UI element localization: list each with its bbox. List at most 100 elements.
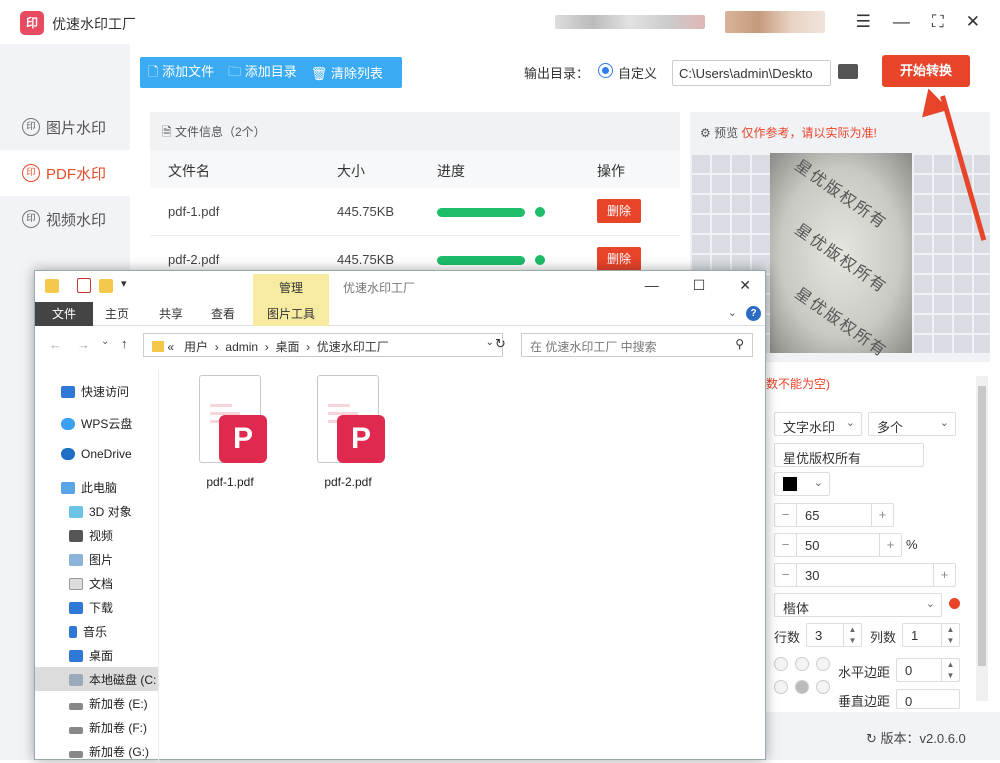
position-radio-selected[interactable]	[795, 680, 809, 694]
plus-icon[interactable]: +	[879, 534, 901, 556]
nav-quick-access[interactable]: 快速访问	[35, 379, 158, 403]
position-radio[interactable]	[816, 657, 830, 671]
cols-spinner[interactable]: 1 ▲ ▼	[902, 623, 960, 647]
nav-volume-g[interactable]: 新加卷 (G:)	[35, 739, 158, 763]
breadcrumb-root[interactable]: «	[167, 340, 174, 354]
download-icon	[69, 602, 83, 614]
breadcrumb-admin[interactable]: admin	[225, 340, 258, 354]
rotation-stepper[interactable]: −30 +	[774, 563, 956, 587]
position-radio[interactable]	[774, 657, 788, 671]
customize-toolbar-icon[interactable]: ▾	[121, 277, 127, 290]
file-name[interactable]: pdf-1.pdf	[180, 475, 280, 489]
maximize-icon[interactable]: ⛶	[932, 12, 944, 32]
chevron-down-icon[interactable]: ⌄	[728, 306, 737, 319]
sidebar-item-video-watermark[interactable]: 印 视频水印	[0, 196, 130, 242]
refresh-icon[interactable]: ↻	[495, 336, 506, 352]
nav-videos[interactable]: 视频	[35, 523, 158, 547]
nav-this-pc[interactable]: 此电脑	[35, 475, 158, 499]
file-name: pdf-1.pdf	[168, 204, 220, 219]
watermark-text-input[interactable]: 星优版权所有	[774, 443, 924, 467]
minus-icon[interactable]: −	[775, 504, 797, 526]
forward-icon[interactable]: →	[77, 337, 90, 352]
manage-tab[interactable]: 管理	[253, 274, 329, 302]
position-radio[interactable]	[774, 680, 788, 694]
nav-desktop[interactable]: 桌面	[35, 643, 158, 667]
nav-local-disk-c[interactable]: 本地磁盘 (C:	[35, 667, 158, 691]
preview-grid-right	[912, 153, 990, 353]
position-radio[interactable]	[816, 680, 830, 694]
nav-pictures[interactable]: 图片	[35, 547, 158, 571]
breadcrumb-users[interactable]: 用户	[184, 340, 208, 354]
tab-picture-tools[interactable]: 图片工具	[253, 302, 329, 326]
minimize-icon[interactable]: —	[645, 277, 659, 294]
custom-radio[interactable]	[598, 63, 613, 78]
address-bar[interactable]: « 用户 › admin › 桌面 › 优速水印工厂 ⌄	[143, 333, 503, 357]
close-icon[interactable]: ✕	[966, 12, 980, 32]
maximize-icon[interactable]: ☐	[693, 277, 706, 294]
version-text: 版本：v2.0.6.0	[880, 731, 966, 746]
new-folder-icon[interactable]	[99, 279, 113, 293]
spinner-arrows-icon[interactable]: ▲ ▼	[941, 659, 959, 681]
clear-list-button[interactable]: 🗑 清除列表	[311, 63, 383, 82]
minus-icon[interactable]: −	[775, 564, 797, 586]
explorer-titlebar: ▾ 管理 优速水印工厂 — ☐ ✕	[35, 271, 765, 302]
properties-icon[interactable]	[77, 278, 91, 293]
search-input[interactable]: 在 优速水印工厂 中搜索 ⚲	[521, 333, 753, 357]
nav-music[interactable]: 音乐	[35, 619, 158, 643]
close-icon[interactable]: ✕	[739, 277, 751, 294]
breadcrumb-current[interactable]: 优速水印工厂	[317, 340, 389, 354]
start-convert-button[interactable]: 开始转换	[882, 55, 970, 87]
count-mode-select[interactable]: 多个 ⌄	[868, 412, 956, 436]
search-icon: ⚲	[735, 337, 744, 351]
refresh-icon[interactable]: ↻	[866, 731, 881, 746]
file-name[interactable]: pdf-2.pdf	[298, 475, 398, 489]
menu-icon[interactable]: ☰	[856, 12, 871, 32]
nav-downloads[interactable]: 下载	[35, 595, 158, 619]
help-icon[interactable]: ?	[746, 306, 761, 321]
nav-3d-objects[interactable]: 3D 对象	[35, 499, 158, 523]
search-placeholder: 在 优速水印工厂 中搜索	[530, 340, 657, 354]
minus-icon[interactable]: −	[775, 534, 797, 556]
h-margin-spinner[interactable]: 0 ▲ ▼	[896, 658, 960, 682]
scrollbar-thumb[interactable]	[978, 386, 986, 666]
nav-onedrive[interactable]: OneDrive	[35, 443, 158, 467]
font-select[interactable]: 楷体 ⌄	[774, 593, 942, 617]
spinner-arrows-icon[interactable]: ▲ ▼	[941, 624, 959, 646]
tab-file[interactable]: 文件	[35, 302, 93, 326]
rows-spinner[interactable]: 3 ▲ ▼	[806, 623, 862, 647]
chevron-down-icon[interactable]: ⌄	[486, 337, 494, 348]
stamp-icon: 印	[22, 118, 40, 136]
spinner-arrows-icon[interactable]: ▲ ▼	[843, 624, 861, 646]
nav-wps-cloud[interactable]: WPS云盘	[35, 411, 158, 435]
minimize-icon[interactable]: —	[893, 12, 910, 32]
delete-button[interactable]: 删除	[597, 247, 641, 271]
position-radio[interactable]	[795, 657, 809, 671]
back-icon[interactable]: ←	[49, 337, 62, 352]
size-stepper[interactable]: −65 +	[774, 503, 894, 527]
color-picker[interactable]: ⌄	[774, 472, 830, 496]
nav-volume-f[interactable]: 新加卷 (F:)	[35, 715, 158, 739]
nav-volume-e[interactable]: 新加卷 (E:)	[35, 691, 158, 715]
delete-button[interactable]: 删除	[597, 199, 641, 223]
add-dir-button[interactable]: 🗀 添加目录	[228, 61, 297, 85]
tab-view[interactable]: 查看	[203, 302, 243, 326]
nav-documents[interactable]: 文档	[35, 571, 158, 595]
opacity-stepper[interactable]: −50 +	[774, 533, 902, 557]
chevron-down-icon[interactable]: ⌄	[101, 336, 109, 347]
sidebar-item-pdf-watermark[interactable]: 印 PDF水印	[0, 150, 130, 196]
sidebar-item-image-watermark[interactable]: 印 图片水印	[0, 104, 130, 150]
tab-share[interactable]: 共享	[151, 302, 191, 326]
up-icon[interactable]: ↑	[121, 336, 128, 351]
nav-label: 此电脑	[81, 481, 118, 495]
tab-home[interactable]: 主页	[97, 302, 137, 326]
breadcrumb-desktop[interactable]: 桌面	[275, 340, 299, 354]
plus-icon[interactable]: +	[871, 504, 893, 526]
output-path-input[interactable]: C:\Users\admin\Deskto	[672, 60, 831, 86]
plus-icon[interactable]: +	[933, 564, 955, 586]
pdf-file-icon[interactable]: P	[309, 375, 385, 471]
folder-icon[interactable]	[838, 64, 858, 79]
v-margin-spinner[interactable]: 0	[896, 689, 960, 709]
add-file-button[interactable]: 🗋 添加文件	[148, 61, 214, 85]
pdf-file-icon[interactable]: P	[191, 375, 267, 471]
watermark-type-select[interactable]: 文字水印 ⌄	[774, 412, 862, 436]
